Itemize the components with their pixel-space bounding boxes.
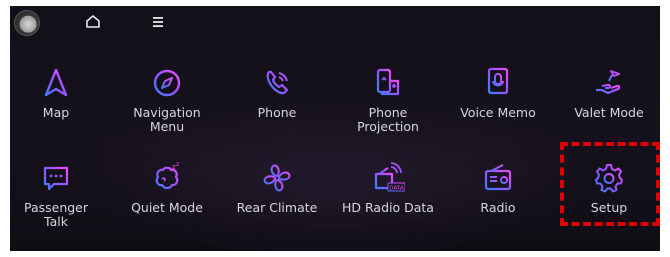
quiet-mode-icon: z z xyxy=(155,161,179,190)
app-label: HD Radio Data xyxy=(342,200,434,215)
app-passenger-talk[interactable]: Passenger Talk xyxy=(10,161,106,229)
setup-highlight-box xyxy=(560,142,660,226)
app-phone-projection[interactable]: Phone Projection xyxy=(338,66,438,134)
voice-memo-icon xyxy=(487,67,509,99)
valet-hand-icon xyxy=(596,70,621,95)
app-radio[interactable]: Radio xyxy=(448,161,548,215)
hd-radio-data-icon: DATA xyxy=(374,162,405,192)
app-navigation-menu[interactable]: Navigation Menu xyxy=(117,66,217,134)
phone-icon xyxy=(266,70,289,95)
app-label: Valet Mode xyxy=(574,105,644,120)
app-map[interactable]: Map xyxy=(10,66,106,120)
app-phone[interactable]: Phone xyxy=(227,66,327,120)
top-bar xyxy=(10,6,660,38)
app-label: Quiet Mode xyxy=(131,200,203,215)
radio-icon xyxy=(484,164,512,191)
app-hd-radio-data[interactable]: DATA HD Radio Data xyxy=(338,161,438,215)
fan-icon xyxy=(263,164,291,192)
passenger-talk-icon xyxy=(43,166,69,191)
app-valet-mode[interactable]: Valet Mode xyxy=(559,66,659,120)
compass-icon xyxy=(153,69,181,97)
app-label: Rear Climate xyxy=(236,200,318,215)
profile-avatar[interactable] xyxy=(14,10,40,36)
app-label: Navigation Menu xyxy=(133,105,201,134)
app-quiet-mode[interactable]: z z Quiet Mode xyxy=(117,161,217,215)
app-label: Passenger Talk xyxy=(23,200,89,229)
map-arrow-icon xyxy=(44,68,68,97)
app-label: Phone xyxy=(257,105,297,120)
phone-projection-icon xyxy=(376,68,400,96)
app-label: Phone Projection xyxy=(357,105,419,134)
menu-icon[interactable] xyxy=(148,12,168,32)
svg-text:z: z xyxy=(176,161,179,168)
app-voice-memo[interactable]: Voice Memo xyxy=(448,66,548,120)
app-rear-climate[interactable]: Rear Climate xyxy=(227,161,327,215)
home-icon[interactable] xyxy=(83,12,103,32)
app-label: Voice Memo xyxy=(460,105,536,120)
app-label: Map xyxy=(42,105,70,120)
app-label: Radio xyxy=(480,200,516,215)
data-badge: DATA xyxy=(389,186,403,192)
